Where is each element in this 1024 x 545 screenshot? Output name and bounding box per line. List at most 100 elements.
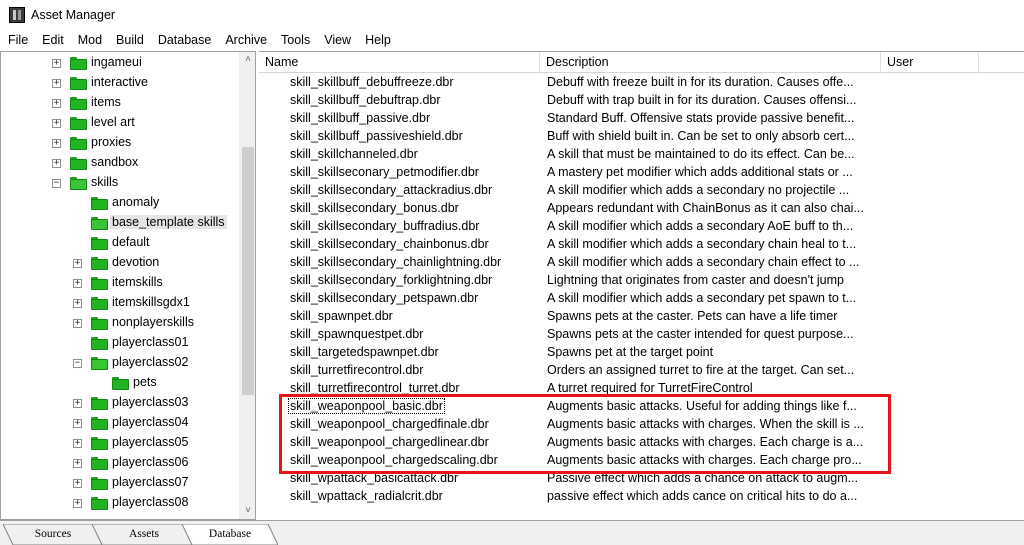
tree-item-nonplayerskills[interactable]: + nonplayerskills bbox=[1, 313, 239, 333]
tree-item-playerclass02[interactable]: − playerclass02 bbox=[1, 353, 239, 373]
tree-item-items[interactable]: + items bbox=[1, 93, 239, 113]
tree-item-default[interactable]: default bbox=[1, 233, 239, 253]
column-header-user[interactable]: User bbox=[881, 52, 979, 73]
row-name: skill_skillsecondary_chainlightning.dbr bbox=[290, 255, 502, 269]
list-row[interactable]: skill_skillseconary_petmodifier.dbr A mas… bbox=[259, 164, 1024, 182]
list-row[interactable]: skill_spawnpet.dbr Spawns pets at the cas… bbox=[259, 308, 1024, 326]
list-row[interactable]: skill_skillbuff_passive.dbr Standard Buff… bbox=[259, 110, 1024, 128]
expand-icon[interactable]: + bbox=[73, 459, 82, 468]
list-row[interactable]: skill_turretfirecontrol.dbr Orders an ass… bbox=[259, 362, 1024, 380]
tree-item-skills[interactable]: − skills bbox=[1, 173, 239, 193]
expand-icon[interactable]: + bbox=[73, 479, 82, 488]
tab-sources[interactable]: Sources bbox=[3, 524, 103, 545]
list-row[interactable]: skill_skillsecondary_buffradius.dbr A ski… bbox=[259, 218, 1024, 236]
expand-icon[interactable]: + bbox=[52, 59, 61, 68]
expand-icon[interactable]: + bbox=[52, 119, 61, 128]
column-header-name[interactable]: Name bbox=[259, 52, 540, 73]
column-header-description[interactable]: Description bbox=[540, 52, 881, 73]
tree-item-level-art[interactable]: + level art bbox=[1, 113, 239, 133]
list-row[interactable]: skill_skillsecondary_attackradius.dbr A s… bbox=[259, 182, 1024, 200]
row-name: skill_weaponpool_chargedfinale.dbr bbox=[290, 417, 489, 431]
list-row[interactable]: skill_skillbuff_debuffreeze.dbr Debuff wi… bbox=[259, 74, 1024, 92]
list-row[interactable]: skill_skillsecondary_bonus.dbr Appears re… bbox=[259, 200, 1024, 218]
menu-archive[interactable]: Archive bbox=[218, 30, 274, 50]
expand-icon[interactable]: + bbox=[73, 419, 82, 428]
list-row[interactable]: skill_skillsecondary_petspawn.dbr A skill… bbox=[259, 290, 1024, 308]
tree-item-label: level art bbox=[91, 115, 135, 129]
row-description: A skill that must be maintained to do it… bbox=[547, 147, 855, 161]
list-row[interactable]: skill_skillsecondary_chainlightning.dbr A… bbox=[259, 254, 1024, 272]
list-row[interactable]: skill_weaponpool_basic.dbr Augments basic… bbox=[259, 398, 1024, 416]
tree-item-itemskillsgdx1[interactable]: + itemskillsgdx1 bbox=[1, 293, 239, 313]
tree-scrollbar[interactable]: ˄ ˅ bbox=[239, 52, 255, 519]
tree-item-ingameui[interactable]: + ingameui bbox=[1, 53, 239, 73]
list-row[interactable]: skill_weaponpool_chargedfinale.dbr Augmen… bbox=[259, 416, 1024, 434]
row-description: Lightning that originates from caster an… bbox=[547, 273, 845, 287]
tree-item-base-template-skills[interactable]: base_template skills bbox=[1, 213, 239, 233]
expand-icon[interactable]: + bbox=[52, 139, 61, 148]
list-row[interactable]: skill_wpattack_basicattack.dbr Passive ef… bbox=[259, 470, 1024, 488]
menu-help[interactable]: Help bbox=[358, 30, 398, 50]
row-description: Augments basic attacks with charges. Eac… bbox=[547, 435, 864, 449]
scrollbar-thumb[interactable] bbox=[242, 147, 254, 395]
tree-item-sandbox[interactable]: + sandbox bbox=[1, 153, 239, 173]
menu-file[interactable]: File bbox=[1, 30, 35, 50]
row-name: skill_spawnquestpet.dbr bbox=[290, 327, 424, 341]
collapse-icon[interactable]: − bbox=[52, 179, 61, 188]
list-row[interactable]: skill_skillsecondary_chainbonus.dbr A ski… bbox=[259, 236, 1024, 254]
expand-icon[interactable]: + bbox=[73, 439, 82, 448]
menu-mod[interactable]: Mod bbox=[71, 30, 109, 50]
list-row[interactable]: skill_skillbuff_passiveshield.dbr Buff wi… bbox=[259, 128, 1024, 146]
scroll-up-arrow-icon[interactable]: ˄ bbox=[240, 52, 255, 68]
expand-icon[interactable]: + bbox=[73, 319, 82, 328]
tree-item-itemskills[interactable]: + itemskills bbox=[1, 273, 239, 293]
menu-edit[interactable]: Edit bbox=[35, 30, 71, 50]
tree-item-devotion[interactable]: + devotion bbox=[1, 253, 239, 273]
menu-build[interactable]: Build bbox=[109, 30, 151, 50]
row-description: Spawns pets at the caster intended for q… bbox=[547, 327, 854, 341]
tree-item-proxies[interactable]: + proxies bbox=[1, 133, 239, 153]
list-row[interactable]: skill_turretfirecontrol_turret.dbr A turr… bbox=[259, 380, 1024, 398]
tab-assets[interactable]: Assets bbox=[92, 524, 196, 545]
tree-item-playerclass05[interactable]: + playerclass05 bbox=[1, 433, 239, 453]
tree-item-label: proxies bbox=[91, 135, 132, 149]
expand-icon[interactable]: + bbox=[52, 159, 61, 168]
list-row[interactable]: skill_targetedspawnpet.dbr Spawns pet at … bbox=[259, 344, 1024, 362]
list-row[interactable]: skill_skillsecondary_forklightning.dbr Li… bbox=[259, 272, 1024, 290]
collapse-icon[interactable]: − bbox=[73, 359, 82, 368]
row-name: skill_wpattack_basicattack.dbr bbox=[290, 471, 459, 485]
row-description: Spawns pets at the caster. Pets can have… bbox=[547, 309, 838, 323]
list-row[interactable]: skill_weaponpool_chargedscaling.dbr Augme… bbox=[259, 452, 1024, 470]
expand-icon[interactable]: + bbox=[73, 399, 82, 408]
tree-item-playerclass07[interactable]: + playerclass07 bbox=[1, 473, 239, 493]
list-row[interactable]: skill_weaponpool_chargedlinear.dbr Augmen… bbox=[259, 434, 1024, 452]
expand-icon[interactable]: + bbox=[73, 259, 82, 268]
folder-icon bbox=[91, 317, 108, 330]
list-row[interactable]: skill_wpattack_radialcrit.dbr passive eff… bbox=[259, 488, 1024, 506]
scroll-down-arrow-icon[interactable]: ˅ bbox=[240, 503, 255, 519]
tree-item-interactive[interactable]: + interactive bbox=[1, 73, 239, 93]
tree-item-playerclass06[interactable]: + playerclass06 bbox=[1, 453, 239, 473]
tab-database[interactable]: Database bbox=[182, 524, 278, 545]
expand-icon[interactable]: + bbox=[73, 299, 82, 308]
row-description: A skill modifier which adds a secondary … bbox=[547, 255, 860, 269]
expand-icon[interactable]: + bbox=[73, 279, 82, 288]
expand-icon[interactable]: + bbox=[73, 499, 82, 508]
menu-view[interactable]: View bbox=[317, 30, 358, 50]
folder-icon bbox=[91, 257, 108, 270]
tree-item-playerclass01[interactable]: playerclass01 bbox=[1, 333, 239, 353]
folder-icon bbox=[91, 397, 108, 410]
expand-icon[interactable]: + bbox=[52, 79, 61, 88]
list-row[interactable]: skill_skillchanneled.dbr A skill that mus… bbox=[259, 146, 1024, 164]
tree-item-pets[interactable]: pets bbox=[1, 373, 239, 393]
menu-database[interactable]: Database bbox=[151, 30, 219, 50]
menu-tools[interactable]: Tools bbox=[274, 30, 317, 50]
tree-item-playerclass03[interactable]: + playerclass03 bbox=[1, 393, 239, 413]
tree-item-playerclass08[interactable]: + playerclass08 bbox=[1, 493, 239, 513]
tree-item-playerclass04[interactable]: + playerclass04 bbox=[1, 413, 239, 433]
tree-item-anomaly[interactable]: anomaly bbox=[1, 193, 239, 213]
list-row[interactable]: skill_skillbuff_debuftrap.dbr Debuff with… bbox=[259, 92, 1024, 110]
list-row[interactable]: skill_spawnquestpet.dbr Spawns pets at th… bbox=[259, 326, 1024, 344]
expand-icon[interactable]: + bbox=[52, 99, 61, 108]
tree-item-label: playerclass08 bbox=[112, 495, 189, 509]
